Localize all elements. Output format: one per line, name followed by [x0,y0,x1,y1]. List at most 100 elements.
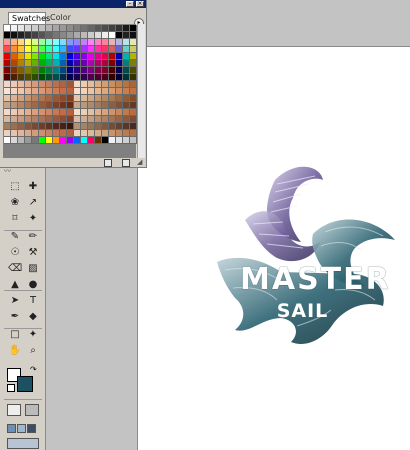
swatch-cell[interactable] [4,123,11,130]
swatch-cell[interactable] [11,25,18,32]
swatch-cell[interactable] [46,25,53,32]
swatch-cell[interactable] [123,25,130,32]
swatch-cell[interactable] [53,53,60,60]
swatch-cell[interactable] [11,74,18,81]
swatch-cell[interactable] [67,88,74,95]
swatch-cell[interactable] [32,116,39,123]
swatch-cell[interactable] [67,25,74,32]
delete-swatch-icon[interactable] [122,159,130,167]
swatch-cell[interactable] [4,39,11,46]
swatch-cell[interactable] [53,130,60,137]
swatch-cell[interactable] [102,81,109,88]
swatch-cell[interactable] [60,60,67,67]
swatch-cell[interactable] [53,74,60,81]
swatch-cell[interactable] [11,116,18,123]
type-tool-icon[interactable]: T [26,294,40,307]
swatch-cell[interactable] [18,39,25,46]
swatch-cell[interactable] [4,67,11,74]
swatch-cell[interactable] [102,102,109,109]
swatch-cell[interactable] [60,81,67,88]
swatch-cell[interactable] [4,95,11,102]
new-swatch-icon[interactable] [104,159,112,167]
swatch-cell[interactable] [116,137,123,144]
swatch-cell[interactable] [74,95,81,102]
swatch-cell[interactable] [60,95,67,102]
swatch-cell[interactable] [116,116,123,123]
swatch-cell[interactable] [46,32,53,39]
swatch-cell[interactable] [67,109,74,116]
swatch-cell[interactable] [32,130,39,137]
swatch-cell[interactable] [116,25,123,32]
swatch-cell[interactable] [109,95,116,102]
swatch-cell[interactable] [18,130,25,137]
swatch-cell[interactable] [46,116,53,123]
swatch-cell[interactable] [53,109,60,116]
swatch-cell[interactable] [95,60,102,67]
hand-tool-icon[interactable]: ✋ [8,344,22,357]
swatch-cell[interactable] [81,102,88,109]
swatch-cell[interactable] [11,67,18,74]
swatch-cell[interactable] [88,46,95,53]
swatch-cell[interactable] [25,67,32,74]
swatch-cell[interactable] [32,46,39,53]
swatch-cell[interactable] [39,60,46,67]
swatch-cell[interactable] [130,130,137,137]
swatch-cell[interactable] [102,46,109,53]
swatch-cell[interactable] [11,39,18,46]
swatch-cell[interactable] [25,95,32,102]
swatch-cell[interactable] [95,39,102,46]
eraser-tool-icon[interactable]: ⌫ [8,262,22,275]
swatch-cell[interactable] [18,109,25,116]
swatch-cell[interactable] [46,102,53,109]
lasso-tool-icon[interactable]: ❀ [8,196,22,209]
swatch-cell[interactable] [60,102,67,109]
brush-tool-icon[interactable]: ✏ [26,230,40,243]
swatch-cell[interactable] [67,74,74,81]
swatch-cell[interactable] [81,53,88,60]
swatch-cell[interactable] [25,74,32,81]
default-colors-icon[interactable] [7,384,15,392]
path-selection-icon[interactable]: ➤ [8,294,22,307]
swatch-cell[interactable] [11,46,18,53]
swatch-cell[interactable] [109,74,116,81]
swatch-cell[interactable] [109,102,116,109]
swatch-cell[interactable] [81,130,88,137]
swatch-cell[interactable] [88,32,95,39]
swatch-cell[interactable] [46,39,53,46]
swatch-cell[interactable] [74,130,81,137]
swatch-cell[interactable] [81,88,88,95]
swatch-cell[interactable] [109,109,116,116]
notes-tool-icon[interactable]: □ [8,328,22,341]
swatch-cell[interactable] [32,123,39,130]
pen-tool-icon[interactable]: ✒ [8,310,22,323]
swatch-cell[interactable] [67,46,74,53]
swatch-cell[interactable] [88,53,95,60]
swatch-cell[interactable] [11,130,18,137]
slice-tool-icon[interactable]: ✦ [26,212,40,225]
swatch-cell[interactable] [67,116,74,123]
swatch-cell[interactable] [130,39,137,46]
swatch-cell[interactable] [123,109,130,116]
swatch-cell[interactable] [123,81,130,88]
swatch-cell[interactable] [4,46,11,53]
swatch-cell[interactable] [32,81,39,88]
swatch-cell[interactable] [74,137,81,144]
swatch-cell[interactable] [102,32,109,39]
swatch-cell[interactable] [116,88,123,95]
swatch-cell[interactable] [123,74,130,81]
swatch-cell[interactable] [25,81,32,88]
swatch-cell[interactable] [60,74,67,81]
swatch-cell[interactable] [39,109,46,116]
background-color-swatch[interactable] [17,376,33,392]
swatch-cell[interactable] [39,46,46,53]
swatch-cell[interactable] [60,109,67,116]
swatch-cell[interactable] [39,123,46,130]
swatch-cell[interactable] [32,137,39,144]
swatch-cell[interactable] [53,95,60,102]
swatch-cell[interactable] [25,102,32,109]
gradient-tool-icon[interactable]: ▨ [26,262,40,275]
swatch-cell[interactable] [53,123,60,130]
swatch-cell[interactable] [4,81,11,88]
swatch-cell[interactable] [102,53,109,60]
swatch-cell[interactable] [39,67,46,74]
